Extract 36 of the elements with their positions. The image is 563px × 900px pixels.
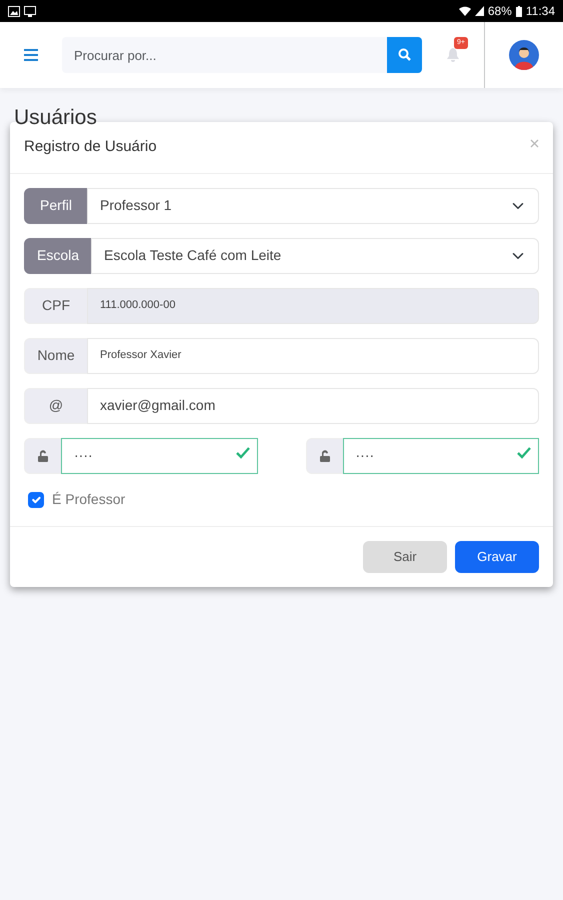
modal-title: Registro de Usuário	[24, 137, 157, 157]
field-label: Perfil	[24, 188, 88, 224]
battery-icon	[516, 6, 522, 16]
screen-icon	[24, 6, 36, 16]
field-label: Nome	[24, 338, 88, 374]
battery-percent: 68%	[488, 3, 512, 20]
bell-icon	[446, 46, 460, 63]
checkbox-label: É Professor	[52, 490, 126, 508]
image-icon	[8, 6, 20, 16]
checkbox[interactable]	[28, 492, 44, 508]
select-field[interactable]: Escola Teste Café com Leite	[91, 238, 539, 274]
check-icon	[517, 446, 531, 458]
avatar-icon	[509, 40, 539, 70]
field-label: CPF	[24, 288, 88, 324]
password-field[interactable]: ····	[342, 438, 539, 474]
close-icon	[530, 139, 539, 148]
menu-icon	[24, 48, 38, 61]
page-title: Usuários	[13, 105, 98, 122]
field-label: Escola	[24, 238, 92, 274]
clock-time: 11:34	[526, 3, 555, 20]
avatar-button[interactable]	[509, 40, 539, 70]
signal-icon	[474, 6, 484, 16]
field-label: @	[24, 388, 88, 424]
search-button[interactable]	[386, 37, 422, 73]
save-button[interactable]: Gravar	[455, 540, 539, 572]
input-field[interactable]: Professor Xavier	[87, 338, 539, 374]
check-icon	[236, 446, 250, 458]
search-icon	[398, 48, 411, 62]
exit-button[interactable]: Sair	[363, 540, 447, 572]
input-field[interactable]: xavier@gmail.com	[87, 388, 539, 424]
password-field[interactable]: ····	[61, 438, 258, 474]
select-field[interactable]: Professor 1	[87, 188, 539, 224]
padlock-icon	[37, 450, 49, 462]
wifi-icon	[458, 6, 471, 16]
padlock-icon	[318, 450, 330, 462]
search-field[interactable]: Procurar por...	[62, 37, 387, 73]
